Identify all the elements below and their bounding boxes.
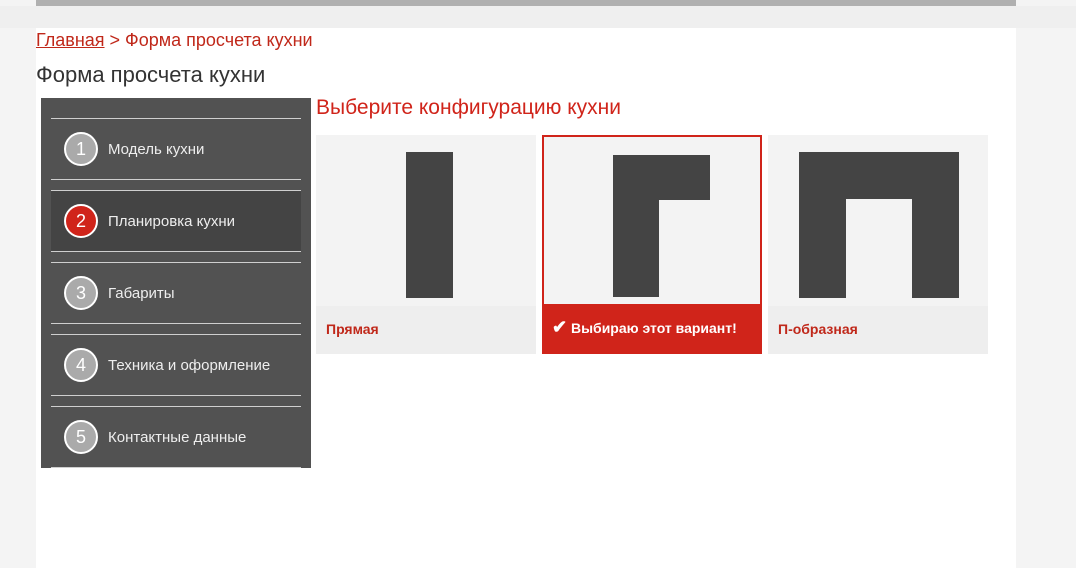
page-content: Главная > Форма просчета кухни Форма про… [36, 28, 1016, 568]
step-label: Габариты [108, 284, 175, 302]
option-label: Прямая [316, 306, 536, 354]
step-dimensions[interactable]: 3 Габариты [51, 262, 301, 324]
option-label: П-образная [768, 306, 988, 354]
step-contacts[interactable]: 5 Контактные данные [51, 406, 301, 468]
step-number: 2 [64, 204, 98, 238]
breadcrumb-separator: > [104, 30, 126, 50]
option-label: Выбираю этот вариант! [570, 320, 737, 336]
step-number: 3 [64, 276, 98, 310]
step-label: Модель кухни [108, 140, 205, 158]
breadcrumb-home-link[interactable]: Главная [36, 30, 105, 50]
step-label: Планировка кухни [108, 212, 235, 230]
option-u-shaped[interactable]: П-образная [768, 135, 988, 354]
section-title: Выберите конфигурацию кухни [316, 96, 621, 119]
straight-layout-icon [406, 152, 453, 298]
step-number: 1 [64, 132, 98, 166]
step-label: Контактные данные [108, 428, 247, 446]
select-variant-button[interactable]: ✔ Выбираю этот вариант! [544, 304, 760, 352]
step-model[interactable]: 1 Модель кухни [51, 118, 301, 180]
step-appliances[interactable]: 4 Техника и оформление [51, 334, 301, 396]
option-straight[interactable]: Прямая [316, 135, 536, 354]
step-label: Техника и оформление [108, 356, 271, 374]
page-title: Форма просчета кухни [36, 62, 266, 87]
option-l-shaped[interactable]: ✔ Выбираю этот вариант! [542, 135, 762, 354]
breadcrumb-current: Форма просчета кухни [125, 30, 313, 50]
breadcrumb: Главная > Форма просчета кухни [36, 30, 313, 51]
step-number: 5 [64, 420, 98, 454]
step-layout[interactable]: 2 Планировка кухни [51, 190, 301, 252]
step-number: 4 [64, 348, 98, 382]
header-strip [0, 6, 1076, 28]
checkmark-icon: ✔ [552, 317, 568, 337]
steps-sidebar: 1 Модель кухни 2 Планировка кухни 3 Габарит… [41, 98, 311, 468]
